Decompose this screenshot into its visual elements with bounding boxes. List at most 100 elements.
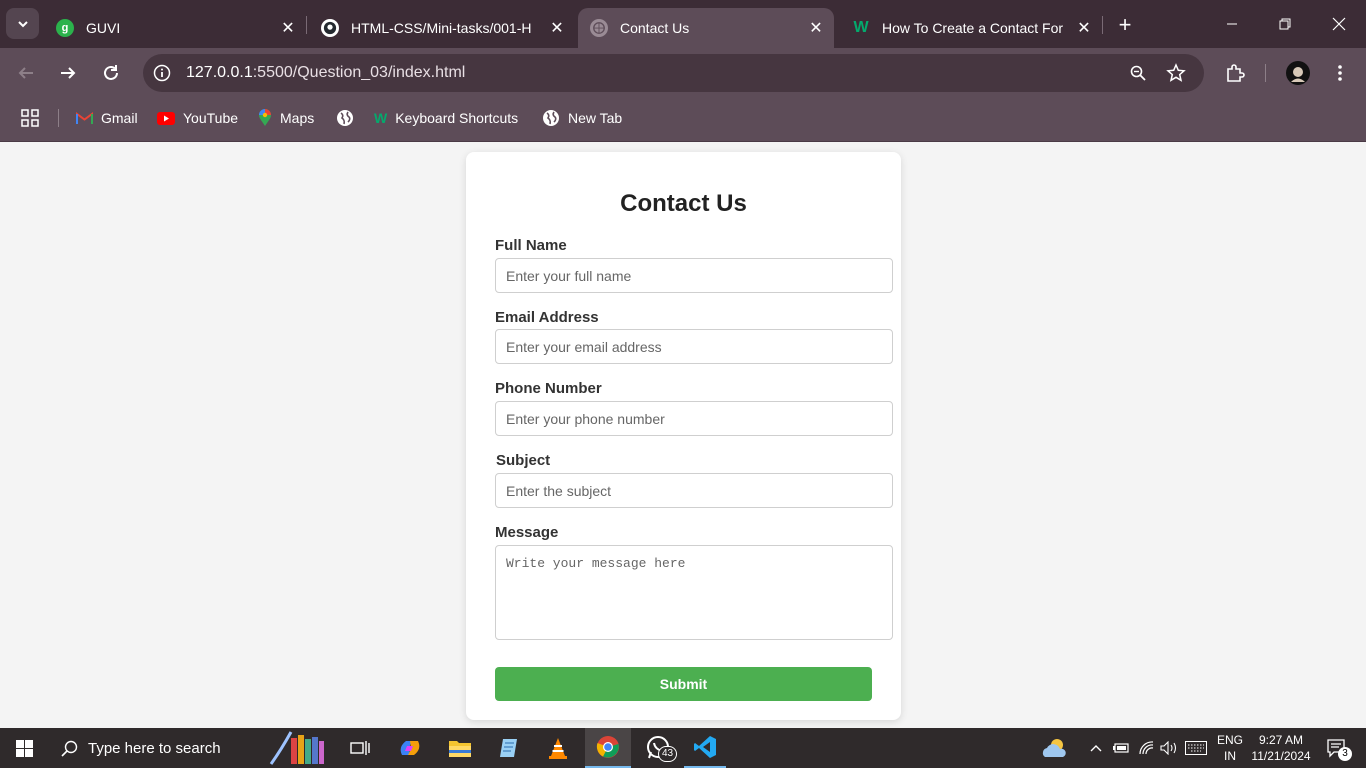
tab-title: How To Create a Contact For (882, 20, 1064, 36)
extensions-button[interactable] (1221, 59, 1249, 87)
bookmark-label: Keyboard Shortcuts (395, 110, 519, 126)
back-button[interactable] (12, 59, 40, 87)
show-hidden-icons-button[interactable] (1086, 728, 1106, 768)
chrome-taskbar-button[interactable] (585, 728, 631, 768)
battery-tray-icon[interactable] (1110, 728, 1132, 768)
whatsapp-badge: 43 (658, 746, 678, 762)
avatar-icon (1286, 61, 1310, 85)
url-path: :5500/Question_03/index.html (252, 64, 466, 81)
zoom-icon[interactable] (1128, 63, 1148, 83)
copilot-button[interactable] (390, 728, 430, 768)
task-view-button[interactable] (340, 728, 380, 768)
keyboard-icon (1185, 741, 1207, 755)
task-view-icon (350, 741, 370, 755)
restore-button[interactable] (1262, 10, 1308, 38)
vlc-button[interactable] (538, 728, 578, 768)
message-label: Message (495, 524, 559, 541)
tab-strip: g GUVI ✕ HTML-CSS/Mini-tasks/001-H ✕ Con… (0, 0, 1366, 48)
bookmark-keyboard-shortcuts[interactable]: W Keyboard Shortcuts (374, 107, 518, 129)
weather-button[interactable] (1036, 728, 1072, 768)
bookmarks-divider (58, 109, 59, 127)
profile-avatar[interactable] (1284, 59, 1312, 87)
address-bar[interactable]: 127.0.0.1:5500/Question_03/index.html (143, 54, 1204, 92)
whatsapp-button[interactable]: 43 (636, 728, 682, 768)
bookmark-globe[interactable] (336, 107, 362, 129)
phone-input[interactable] (495, 401, 893, 436)
close-tab-icon[interactable]: ✕ (1074, 18, 1094, 38)
email-label: Email Address (495, 309, 599, 326)
github-icon (321, 19, 339, 37)
windows-logo-icon (15, 739, 33, 757)
tab-title: HTML-CSS/Mini-tasks/001-H (351, 20, 532, 36)
clock[interactable]: 9:27 AM 11/21/2024 (1248, 732, 1314, 764)
bookmark-label: YouTube (183, 110, 239, 126)
tab-divider (1102, 16, 1103, 34)
bookmark-new-tab[interactable]: New Tab (542, 107, 622, 129)
tab-github[interactable]: HTML-CSS/Mini-tasks/001-H ✕ (309, 8, 575, 48)
full-name-input[interactable] (495, 258, 893, 293)
email-input[interactable] (495, 329, 893, 364)
notes-app-button[interactable] (489, 728, 529, 768)
books-icon (269, 731, 324, 765)
forward-button[interactable] (54, 59, 82, 87)
bookmark-label: New Tab (568, 110, 623, 126)
url-text[interactable]: 127.0.0.1:5500/Question_03/index.html (186, 64, 465, 82)
submit-button[interactable]: Submit (495, 667, 872, 701)
arrow-right-icon (61, 67, 76, 79)
minimize-button[interactable] (1209, 10, 1255, 38)
taskbar-search-box[interactable]: Type here to search (48, 728, 268, 768)
search-icon (61, 740, 78, 757)
bookmark-gmail[interactable]: Gmail (76, 107, 138, 129)
start-button[interactable] (0, 728, 48, 768)
new-tab-button[interactable]: + (1112, 12, 1138, 38)
bookmark-label: Maps (280, 110, 315, 126)
w3-icon: W (374, 110, 388, 126)
reload-button[interactable] (97, 59, 125, 87)
puzzle-icon (1227, 64, 1245, 82)
close-tab-icon[interactable]: ✕ (806, 18, 826, 38)
close-icon (1332, 17, 1346, 31)
contact-form-card: Contact Us Full Name Email Address Phone… (466, 152, 901, 720)
guvi-icon: g (56, 19, 74, 37)
tab-title: Contact Us (620, 20, 690, 36)
tab-guvi[interactable]: g GUVI ✕ (44, 8, 307, 48)
notification-center-button[interactable]: 3 (1318, 728, 1354, 768)
close-window-button[interactable] (1316, 10, 1362, 38)
apps-button[interactable] (21, 107, 39, 129)
arrow-left-icon (18, 67, 33, 79)
globe-icon (590, 19, 608, 37)
vscode-button[interactable] (684, 728, 726, 768)
tab-search-button[interactable] (6, 8, 39, 39)
maps-pin-icon (258, 109, 272, 127)
browser-menu-button[interactable] (1326, 59, 1354, 87)
keyboard-tray-icon[interactable] (1184, 728, 1208, 768)
file-explorer-button[interactable] (440, 728, 480, 768)
speaker-icon (1160, 741, 1177, 755)
bookmark-star-icon[interactable] (1166, 63, 1186, 83)
clock-time: 9:27 AM (1258, 733, 1304, 747)
gmail-icon (76, 111, 93, 125)
bookmark-youtube[interactable]: YouTube (157, 107, 238, 129)
globe-icon (542, 109, 560, 127)
bookmark-maps[interactable]: Maps (258, 107, 314, 129)
restore-icon (1279, 18, 1291, 30)
bookmark-label: Gmail (101, 110, 138, 126)
language-indicator[interactable]: ENG IN (1214, 732, 1246, 764)
notification-count: 3 (1338, 747, 1352, 761)
bookmarks-bar: Gmail YouTube Maps W Keyboard Shortcuts … (0, 98, 1366, 142)
toolbar-divider (1265, 64, 1266, 82)
message-textarea[interactable] (495, 545, 893, 640)
tab-title: GUVI (86, 20, 121, 36)
search-highlight-image[interactable] (268, 728, 326, 768)
subject-input[interactable] (495, 473, 893, 508)
tab-contact-us[interactable]: Contact Us ✕ (578, 8, 834, 48)
reload-icon (104, 65, 118, 80)
site-info-icon[interactable] (152, 63, 172, 83)
close-tab-icon[interactable]: ✕ (547, 18, 567, 38)
tab-w3schools[interactable]: W How To Create a Contact For ✕ (840, 8, 1103, 48)
vlc-cone-icon (549, 738, 567, 759)
volume-tray-icon[interactable] (1158, 728, 1180, 768)
close-tab-icon[interactable]: ✕ (278, 18, 298, 38)
clock-date: 11/21/2024 (1251, 749, 1311, 763)
network-tray-icon[interactable] (1136, 728, 1158, 768)
